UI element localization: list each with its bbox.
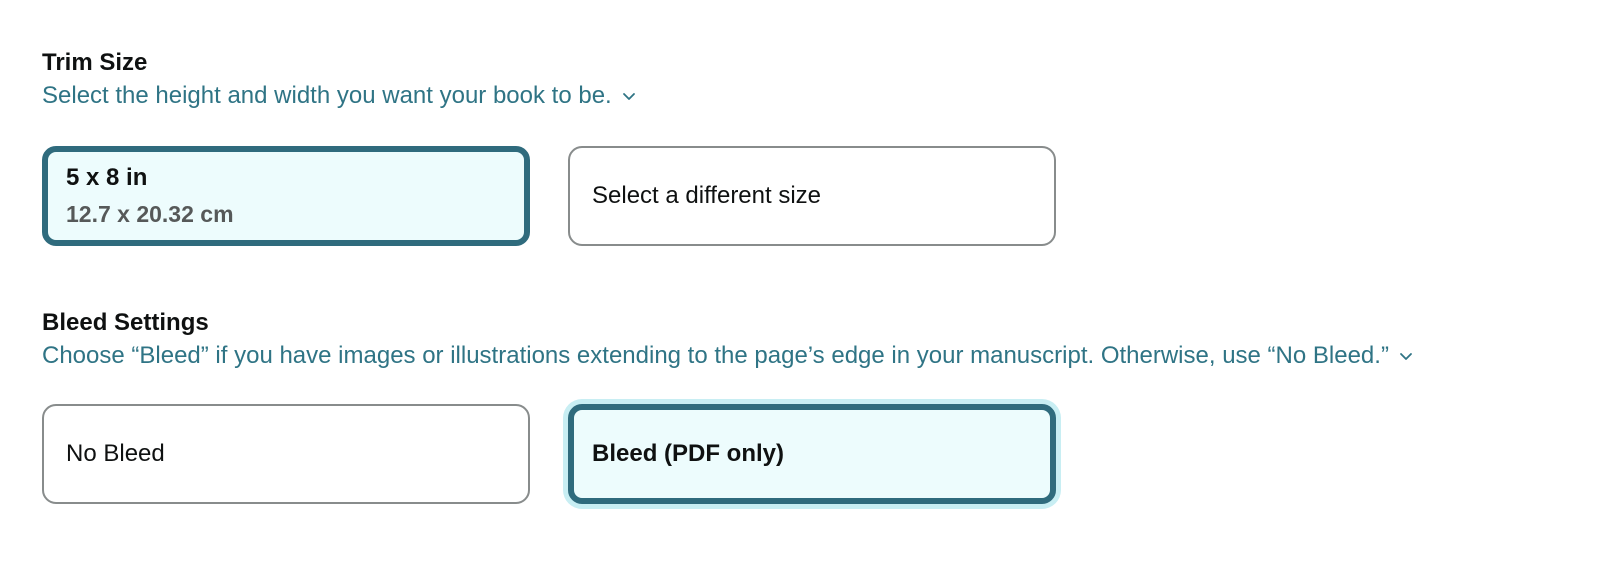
bleed-settings-title: Bleed Settings — [42, 309, 209, 336]
trim-size-help-toggle[interactable]: Select the height and width you want you… — [42, 80, 636, 112]
select-different-size-label: Select a different size — [592, 182, 822, 209]
bleed-settings-description: Choose “Bleed” if you have images or ill… — [42, 342, 1389, 369]
trim-size-option-label: 5 x 8 in — [66, 164, 148, 191]
chevron-down-icon — [1399, 349, 1413, 363]
trim-size-option-metric: 12.7 x 20.32 cm — [66, 201, 234, 227]
bleed-settings-help-toggle[interactable]: Choose “Bleed” if you have images or ill… — [42, 340, 1413, 372]
bleed-pdf-only-label: Bleed (PDF only) — [592, 440, 785, 467]
bleed-pdf-only-option[interactable]: Bleed (PDF only) — [568, 404, 1056, 504]
no-bleed-label: No Bleed — [66, 440, 165, 467]
trim-size-section: Trim Size Select the height and width yo… — [42, 48, 1056, 246]
trim-size-description: Select the height and width you want you… — [42, 82, 612, 109]
trim-size-option-5x8[interactable]: 5 x 8 in 12.7 x 20.32 cm — [42, 146, 530, 246]
bleed-settings-section: Bleed Settings Choose “Bleed” if you hav… — [42, 308, 1413, 504]
bleed-settings-options: No Bleed Bleed (PDF only) — [42, 404, 1056, 504]
trim-size-title: Trim Size — [42, 49, 148, 76]
no-bleed-option[interactable]: No Bleed — [42, 404, 530, 504]
trim-size-options: 5 x 8 in 12.7 x 20.32 cm Select a differ… — [42, 146, 1056, 246]
chevron-down-icon — [622, 89, 636, 103]
select-different-size-button[interactable]: Select a different size — [568, 146, 1056, 246]
